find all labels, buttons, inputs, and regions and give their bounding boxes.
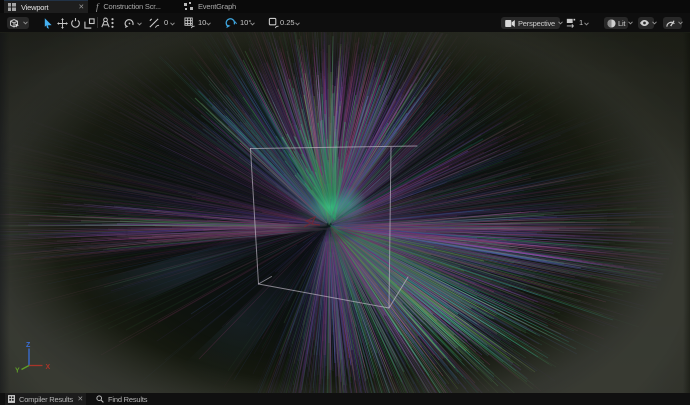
svg-text:X: X — [46, 364, 51, 371]
svg-text:Z: Z — [26, 342, 31, 349]
svg-text:Y: Y — [15, 368, 20, 375]
